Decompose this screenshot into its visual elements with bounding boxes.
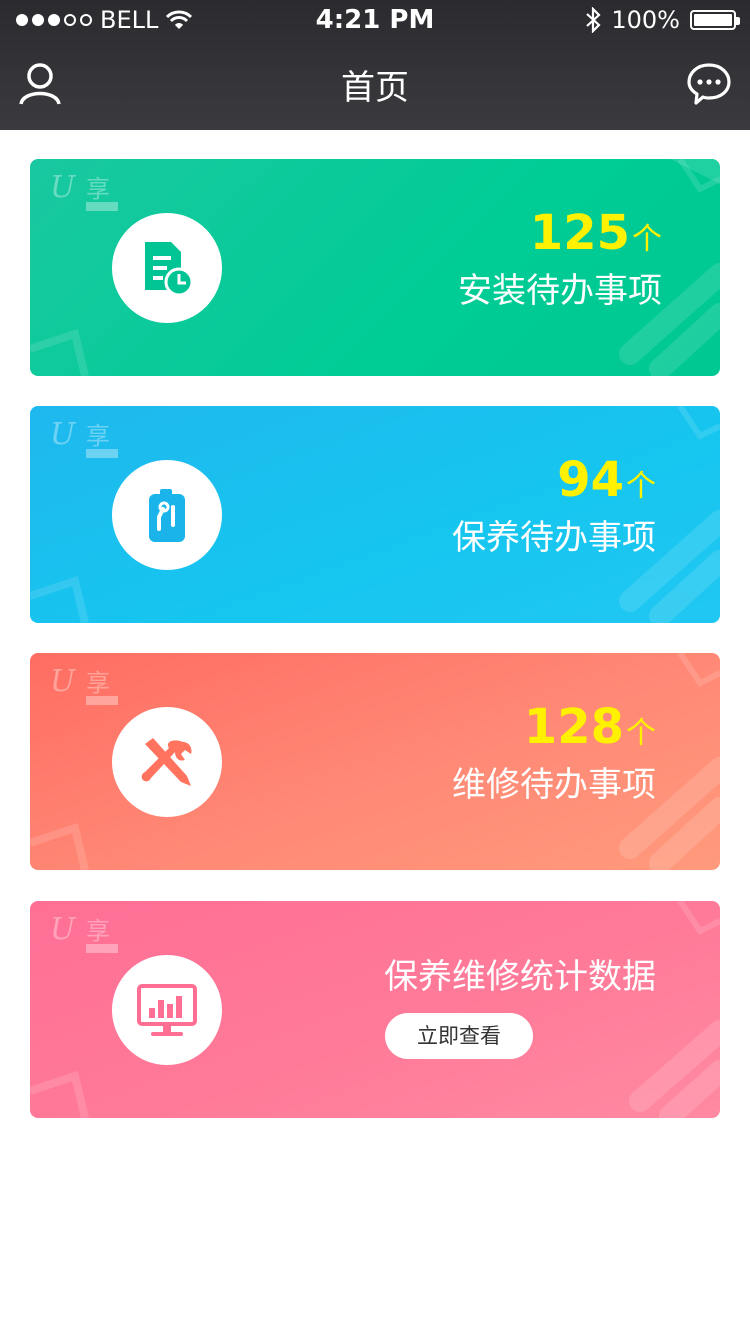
status-right: 100% — [585, 6, 740, 34]
svg-text:享: 享 — [86, 422, 110, 450]
svg-text:享: 享 — [86, 175, 110, 203]
todo-label: 保养待办事项 — [452, 518, 656, 558]
todo-label: 安装待办事项 — [458, 271, 662, 311]
svg-text:U: U — [50, 664, 77, 699]
icon-circle — [112, 955, 222, 1065]
icon-circle — [112, 213, 222, 323]
svg-text:U: U — [50, 912, 77, 947]
todo-count: 125个 — [530, 205, 662, 268]
toolbox-icon — [149, 489, 185, 542]
install-todo-card[interactable]: U 享 125个 安装待办事项 — [30, 159, 720, 376]
icon-circle — [112, 707, 222, 817]
svg-text:享: 享 — [86, 917, 110, 945]
count-value: 128 — [523, 699, 624, 755]
u-space-watermark-logo: U 享 — [50, 664, 118, 705]
repair-todo-card[interactable]: U 享 128个 维修待办事项 — [30, 653, 720, 870]
status-bar: BELL 4:21 PM 100% — [0, 0, 750, 40]
statistics-card[interactable]: U 享 保养维修统计数据 立即查看 — [30, 901, 720, 1118]
svg-text:U: U — [50, 417, 77, 452]
count-unit: 个 — [626, 469, 656, 504]
message-icon — [687, 63, 731, 105]
document-clock-icon — [145, 242, 194, 297]
battery-percent: 100% — [611, 6, 680, 34]
todo-count: 128个 — [524, 699, 656, 762]
statistics-title: 保养维修统计数据 — [384, 957, 656, 997]
bluetooth-icon — [586, 7, 601, 33]
battery-icon — [690, 10, 740, 30]
count-unit: 个 — [626, 716, 656, 751]
tools-icon — [141, 738, 192, 786]
u-space-watermark-logo: U 享 — [50, 170, 118, 211]
todo-count: 94个 — [557, 452, 656, 515]
svg-text:U: U — [50, 170, 77, 205]
top-bar: BELL 4:21 PM 100% 首页 — [0, 0, 750, 130]
view-now-button[interactable]: 立即查看 — [385, 1013, 533, 1059]
u-space-watermark-logo: U 享 — [50, 417, 118, 458]
page-title: 首页 — [341, 68, 409, 108]
maintenance-todo-card[interactable]: U 享 94个 保养待办事项 — [30, 406, 720, 623]
monitor-chart-icon — [137, 984, 197, 1036]
count-value: 94 — [557, 452, 624, 508]
count-unit: 个 — [632, 222, 662, 257]
count-value: 125 — [529, 205, 630, 261]
icon-circle — [112, 460, 222, 570]
u-space-watermark-logo: U 享 — [50, 912, 118, 953]
navigation-bar: 首页 — [0, 40, 750, 130]
message-button[interactable] — [686, 62, 732, 106]
todo-label: 维修待办事项 — [452, 765, 656, 805]
svg-text:享: 享 — [86, 669, 110, 697]
